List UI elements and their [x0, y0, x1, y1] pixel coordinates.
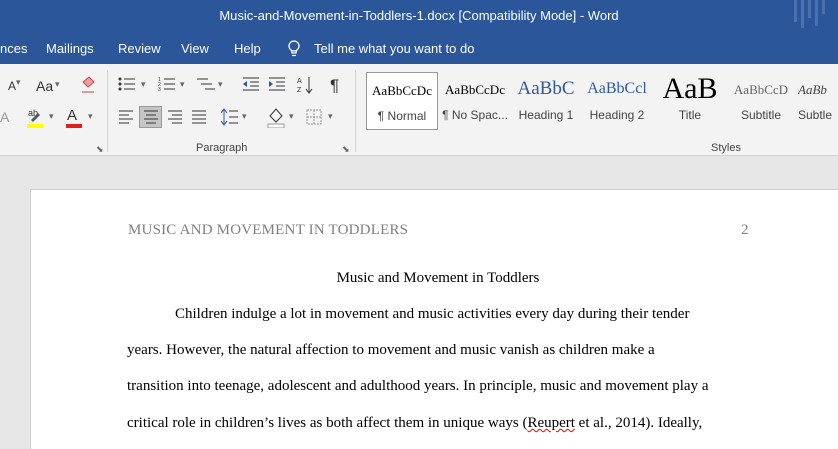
paragraph-dialog-launcher-icon[interactable]: ⬊	[342, 144, 350, 155]
style-name: Heading 2	[589, 108, 645, 122]
font-effects-partial-icon: A	[0, 109, 10, 125]
justify-icon[interactable]	[191, 110, 207, 124]
tab-references[interactable]: nces	[0, 41, 27, 56]
style-sample: AaBbCcl	[587, 80, 647, 97]
style-normal[interactable]: AaBbCcDc ¶ Normal	[366, 72, 438, 130]
align-right-icon[interactable]	[167, 110, 183, 124]
chevron-down-icon: ▾	[218, 79, 223, 89]
style-subtitle[interactable]: AaBbCcD Subtitle	[728, 72, 794, 130]
style-name: ¶ No Spac...	[442, 108, 508, 122]
ribbon-divider	[107, 70, 108, 152]
style-no-spacing[interactable]: AaBbCcDc ¶ No Spac...	[440, 72, 510, 130]
style-sample: AaBbCcD	[733, 82, 789, 97]
numbering-icon[interactable]: 1 2 3	[158, 76, 176, 92]
svg-text:Z: Z	[297, 87, 302, 94]
paragraph-line: critical role in children’s lives as bot…	[127, 415, 702, 432]
style-name: Subtle	[798, 108, 833, 122]
chevron-down-icon: ▾	[141, 79, 146, 89]
page-number: 2	[741, 222, 749, 238]
svg-text:A: A	[67, 107, 77, 124]
font-dialog-launcher-icon[interactable]: ⬊	[96, 144, 104, 155]
align-center-icon	[144, 110, 158, 124]
paragraph-text: critical role in children’s lives as bot…	[127, 415, 528, 431]
paragraph-line: Children indulge a lot in movement and m…	[175, 306, 690, 322]
chevron-down-icon: ▾	[88, 111, 93, 121]
style-heading-2[interactable]: AaBbCcl Heading 2	[584, 72, 650, 130]
bullets-icon[interactable]	[118, 76, 136, 92]
style-name: Heading 1	[518, 108, 574, 122]
ribbon: A ▾ Aa ▾ A ab ▾ A ▾ ⬊ ▾ 1 2 3 ▾ ▾ A Z ¶ …	[0, 64, 838, 156]
tab-mailings[interactable]: Mailings	[46, 41, 94, 56]
ribbon-divider	[355, 70, 356, 152]
title-bar: Music-and-Movement-in-Toddlers-1.docx [C…	[0, 0, 838, 34]
window-title: Music-and-Movement-in-Toddlers-1.docx [C…	[219, 8, 619, 23]
tell-me-search[interactable]: Tell me what you want to do	[314, 41, 474, 56]
tab-review[interactable]: Review	[118, 41, 161, 56]
increase-indent-icon[interactable]	[268, 76, 286, 92]
sort-icon[interactable]: A Z	[297, 75, 313, 95]
spelling-error-word[interactable]: Reupert	[527, 415, 574, 431]
lightbulb-icon	[288, 40, 300, 57]
font-color-icon[interactable]: A	[64, 106, 84, 128]
line-spacing-icon[interactable]	[221, 108, 239, 126]
style-name: ¶ Normal	[377, 109, 427, 123]
style-name: Title	[678, 108, 702, 122]
text-highlight-icon[interactable]: ab	[25, 106, 47, 128]
multilevel-list-icon[interactable]	[196, 76, 216, 92]
style-title[interactable]: AaB Title	[656, 72, 724, 130]
paragraph-line: years. However, the natural affection to…	[127, 342, 655, 358]
style-name: Subtitle	[740, 108, 782, 122]
svg-text:3: 3	[158, 87, 161, 92]
borders-icon[interactable]	[306, 109, 322, 125]
change-case-button[interactable]: Aa	[36, 79, 53, 93]
align-left-icon[interactable]	[118, 110, 134, 124]
document-canvas: MUSIC AND MOVEMENT IN TODDLERS 2 Music a…	[0, 157, 838, 449]
style-heading-1[interactable]: AaBbC Heading 1	[513, 72, 579, 130]
chevron-down-icon: ▾	[16, 77, 21, 87]
document-title: Music and Movement in Toddlers	[336, 270, 540, 286]
titlebar-decoration-icon	[794, 0, 825, 28]
style-sample: AaB	[662, 72, 718, 105]
chevron-down-icon: ▾	[242, 111, 247, 121]
tab-view[interactable]: View	[181, 41, 209, 56]
running-head: MUSIC AND MOVEMENT IN TODDLERS	[128, 222, 409, 238]
styles-group-label: Styles	[711, 142, 741, 154]
style-subtle-emphasis[interactable]: AaBb Subtle	[798, 72, 838, 130]
show-paragraph-marks-button[interactable]: ¶	[330, 77, 339, 94]
chevron-down-icon: ▾	[49, 111, 54, 121]
style-sample: AaBbCcDc	[372, 83, 432, 98]
style-sample: AaBbC	[517, 78, 575, 99]
shrink-font-button[interactable]: A	[8, 80, 16, 92]
tab-help[interactable]: Help	[234, 41, 261, 56]
paragraph-line: transition into teenage, adolescent and …	[127, 378, 709, 394]
clear-formatting-icon[interactable]	[80, 76, 96, 94]
chevron-down-icon: ▾	[289, 111, 294, 121]
ribbon-tabs: nces Mailings Review View Help Tell me w…	[0, 34, 838, 64]
document-page[interactable]: MUSIC AND MOVEMENT IN TODDLERS 2 Music a…	[30, 189, 838, 449]
align-center-button[interactable]	[139, 106, 162, 128]
paragraph-group-label: Paragraph	[196, 142, 248, 154]
paragraph-text: et al., 2014). Ideally,	[574, 415, 703, 431]
decrease-indent-icon[interactable]	[242, 76, 260, 92]
svg-text:A: A	[297, 78, 302, 85]
chevron-down-icon: ▾	[180, 79, 185, 89]
chevron-down-icon: ▾	[55, 79, 60, 89]
chevron-down-icon: ▾	[328, 111, 333, 121]
style-sample: AaBb	[798, 82, 827, 97]
shading-icon[interactable]	[266, 106, 286, 128]
style-sample: AaBbCcDc	[445, 82, 505, 97]
